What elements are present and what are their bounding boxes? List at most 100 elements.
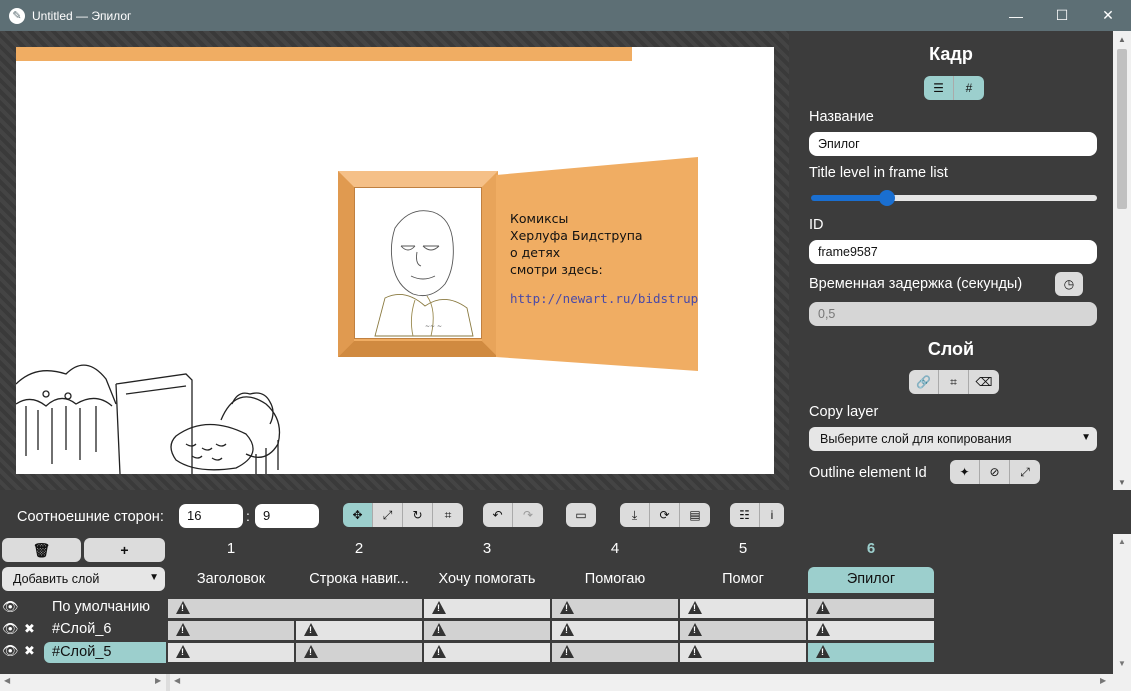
close-button[interactable]: ✕ [1085, 0, 1131, 31]
layer-cell[interactable] [680, 643, 806, 662]
info-line-4: смотри здесь: [510, 262, 603, 277]
layer-name-5[interactable]: #Слой_5 [44, 642, 166, 663]
layer-name-6[interactable]: #Слой_6 [52, 621, 111, 637]
eye-icon[interactable]: 👁 [2, 621, 19, 637]
frame-tab-navbar[interactable]: Строка навиг... [296, 567, 422, 593]
copy-layer-select-value: Выберите слой для копирования [820, 432, 1012, 446]
layer-cell[interactable] [680, 621, 806, 640]
chevron-down-icon: ▼ [1081, 432, 1091, 443]
layer-cell[interactable] [424, 643, 550, 662]
delete-frame-button[interactable]: 🗑 [2, 538, 81, 562]
timer-icon: ◷ [1063, 277, 1075, 291]
aspect-width-input[interactable]: 16 [179, 504, 243, 528]
copy-layer-select[interactable]: Выберите слой для копирования ▼ [809, 427, 1097, 451]
warning-icon [560, 645, 574, 658]
move-button[interactable]: ✥ [343, 503, 373, 527]
refresh-button[interactable]: ⟳ [650, 503, 680, 527]
crop-button[interactable]: ⌗ [939, 370, 969, 394]
minimize-button[interactable]: — [993, 0, 1039, 31]
add-frame-button[interactable]: + [84, 538, 165, 562]
layer-cell[interactable] [168, 599, 422, 618]
expand-button[interactable]: ⤢ [1010, 460, 1040, 484]
frame-tab-title[interactable]: Заголовок [168, 567, 294, 593]
crop-tool-button[interactable]: ⌗ [433, 503, 463, 527]
info-panel-text: Комиксы Херлуфа Бидструпа о детях смотри… [510, 210, 643, 278]
frame-canvas[interactable]: ~~ ~ Комиксы Херлуфа Бидструпа о детях с… [16, 47, 774, 474]
layer-cell[interactable] [552, 599, 678, 618]
scroll-down-icon[interactable]: ▼ [1118, 659, 1126, 668]
layer-cell[interactable] [552, 643, 678, 662]
scroll-right-icon[interactable]: ▶ [1100, 676, 1106, 685]
layer-cell[interactable] [680, 599, 806, 618]
layer-actions: 🔗 ⌗ ⌫ [909, 370, 999, 394]
info-button[interactable]: i [760, 503, 784, 527]
warning-icon [816, 601, 830, 614]
wand-button[interactable]: ✦ [950, 460, 980, 484]
layer-cell[interactable] [808, 621, 934, 640]
info-line-2: Херлуфа Бидструпа [510, 228, 643, 243]
aspect-height-input[interactable]: 9 [255, 504, 319, 528]
link-button[interactable]: 🔗 [909, 370, 939, 394]
scroll-left-icon[interactable]: ◀ [4, 676, 10, 685]
close-icon[interactable]: ✖ [24, 643, 35, 659]
comic-sketch[interactable] [16, 344, 296, 474]
portrait-frame[interactable]: ~~ ~ [338, 171, 498, 357]
layer-cell[interactable] [808, 599, 934, 618]
redo-button[interactable]: ↷ [513, 503, 543, 527]
frame-tab-helped[interactable]: Помог [680, 567, 806, 593]
timeline-horizontal-scrollbar[interactable]: ◀ ▶ ◀ ▶ [0, 674, 1131, 691]
layer-cell[interactable] [168, 643, 294, 662]
properties-scrollbar[interactable]: ▲ ▼ [1113, 31, 1131, 490]
scroll-thumb[interactable] [1117, 49, 1127, 209]
hide-button[interactable]: ⊘ [980, 460, 1010, 484]
name-input[interactable]: Эпилог [809, 132, 1097, 156]
slider-knob[interactable] [879, 190, 895, 206]
list-view-button[interactable]: ☰ [924, 76, 954, 100]
maximize-button[interactable]: ☐ [1039, 0, 1085, 31]
file-icon: ▤ [689, 508, 701, 522]
layer-cell[interactable] [424, 621, 550, 640]
settings-tools: ☷ i [730, 503, 784, 527]
timeline-vertical-scrollbar[interactable]: ▲ ▼ [1113, 534, 1131, 674]
frame-tab-helping[interactable]: Помогаю [552, 567, 678, 593]
preview-button[interactable]: ▭ [566, 503, 596, 527]
frame-tab-epilogue[interactable]: Эпилог [808, 567, 934, 593]
scroll-left-icon[interactable]: ◀ [174, 676, 180, 685]
warning-icon [304, 645, 318, 658]
stage-area: ~~ ~ Комиксы Херлуфа Бидструпа о детях с… [0, 31, 789, 490]
layer-cell[interactable] [296, 643, 422, 662]
title-level-slider[interactable] [811, 190, 1097, 206]
id-input[interactable]: frame9587 [809, 240, 1097, 264]
eraser-button[interactable]: ⌫ [969, 370, 999, 394]
delay-input[interactable]: 0,5 [809, 302, 1097, 326]
layer-cell[interactable] [424, 599, 550, 618]
orange-header-bar[interactable] [16, 47, 632, 61]
eye-icon[interactable]: 👁 [2, 599, 19, 615]
eye-icon[interactable]: 👁 [2, 643, 19, 659]
rotate-button[interactable]: ↻ [403, 503, 433, 527]
layer-cell[interactable] [168, 621, 294, 640]
info-link[interactable]: http://newart.ru/bidstrup [510, 291, 698, 306]
scroll-down-icon[interactable]: ▼ [1113, 474, 1131, 490]
download-button[interactable]: ⤓ [620, 503, 650, 527]
layer-name-default[interactable]: По умолчанию [52, 599, 150, 615]
layer-cell[interactable] [296, 621, 422, 640]
undo-button[interactable]: ↶ [483, 503, 513, 527]
layer-cell-active[interactable] [808, 643, 934, 662]
document-button[interactable]: ▤ [680, 503, 710, 527]
scroll-up-icon[interactable]: ▲ [1118, 537, 1126, 546]
settings-button[interactable]: ☷ [730, 503, 760, 527]
column-number: 5 [738, 540, 748, 557]
scroll-right-icon[interactable]: ▶ [155, 676, 161, 685]
grid-view-button[interactable]: # [954, 76, 984, 100]
add-layer-select[interactable]: Добавить слой ▼ [2, 567, 165, 591]
timer-button[interactable]: ◷ [1055, 272, 1083, 296]
properties-panel: Кадр ☰ # Название Эпилог Title level in … [789, 31, 1113, 490]
layer-cell[interactable] [552, 621, 678, 640]
main-toolbar: Соотноешние сторон: 16 : 9 ✥ ⤢ ↻ ⌗ ↶ ↷ ▭… [0, 500, 1131, 534]
close-icon[interactable]: ✖ [24, 621, 35, 637]
column-number: 3 [482, 540, 492, 557]
frame-tab-want-help[interactable]: Хочу помогать [424, 567, 550, 593]
resize-button[interactable]: ⤢ [373, 503, 403, 527]
scroll-up-icon[interactable]: ▲ [1113, 31, 1131, 47]
